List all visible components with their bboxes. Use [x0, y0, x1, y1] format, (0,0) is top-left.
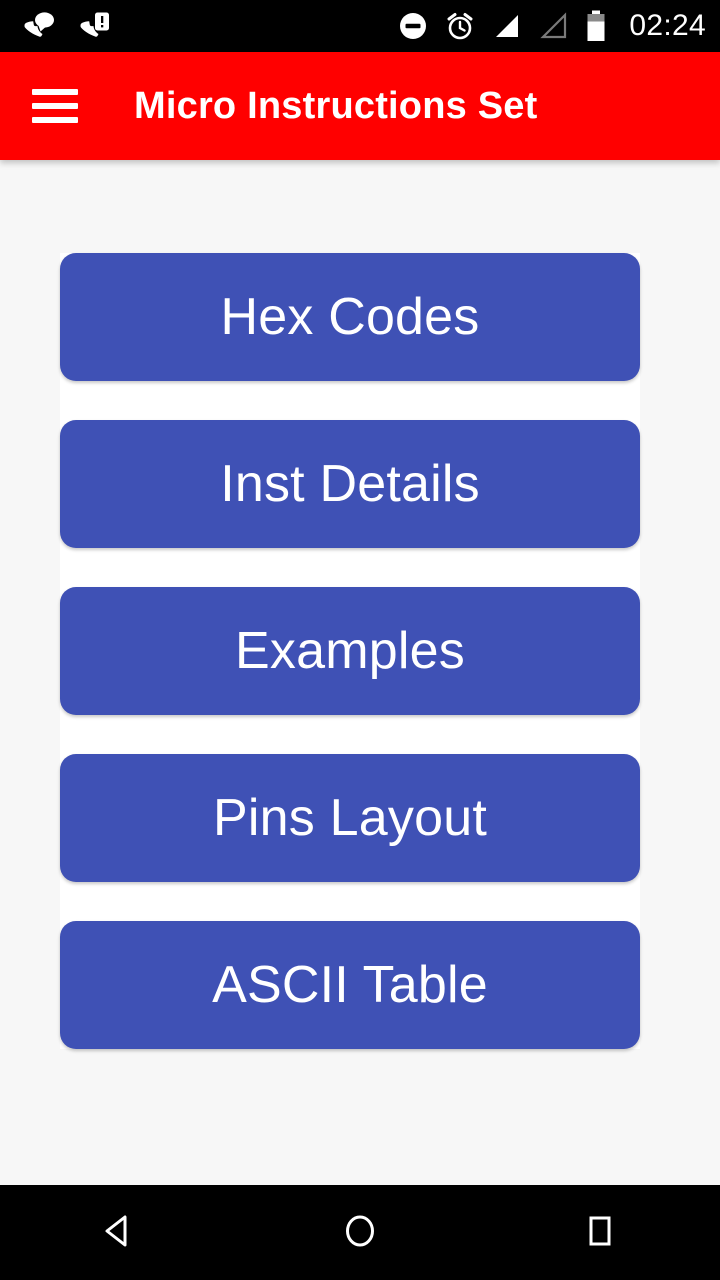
nav-back-button[interactable] [60, 1185, 180, 1280]
home-circle-icon [340, 1211, 380, 1254]
menu-button-ascii-table[interactable]: ASCII Table [60, 921, 640, 1049]
hamburger-bar-3 [32, 117, 78, 123]
menu-button-examples[interactable]: Examples [60, 587, 640, 715]
nav-home-button[interactable] [300, 1185, 420, 1280]
menu-button-list: Hex Codes Inst Details Examples Pins Lay… [60, 253, 640, 1049]
signal-empty-icon [539, 11, 569, 41]
menu-button-inst-details[interactable]: Inst Details [60, 420, 640, 548]
page-title: Micro Instructions Set [134, 84, 538, 127]
do-not-disturb-icon [398, 11, 428, 41]
status-bar-right-icons: 02:24 [398, 9, 706, 43]
recents-square-icon [580, 1211, 620, 1254]
app-bar: Micro Instructions Set [0, 52, 720, 160]
missed-call-alert-icon [78, 11, 112, 41]
menu-button-pins-layout[interactable]: Pins Layout [60, 754, 640, 882]
back-triangle-icon [100, 1211, 140, 1254]
status-bar: 02:24 [0, 0, 720, 52]
alarm-clock-icon [445, 11, 475, 41]
main-content: Hex Codes Inst Details Examples Pins Lay… [0, 160, 720, 1185]
hamburger-bar-2 [32, 103, 78, 109]
missed-call-message-icon [22, 11, 56, 41]
status-bar-left-icons [22, 11, 112, 41]
phone-screen: 02:24 Micro Instructions Set Hex Codes I… [0, 0, 720, 1280]
menu-button-hex-codes[interactable]: Hex Codes [60, 253, 640, 381]
nav-recents-button[interactable] [540, 1185, 660, 1280]
navigation-bar [0, 1185, 720, 1280]
hamburger-bar-1 [32, 89, 78, 95]
signal-full-icon [492, 11, 522, 41]
hamburger-menu-icon[interactable] [32, 89, 78, 123]
battery-icon [586, 10, 606, 42]
status-bar-clock: 02:24 [629, 9, 706, 42]
